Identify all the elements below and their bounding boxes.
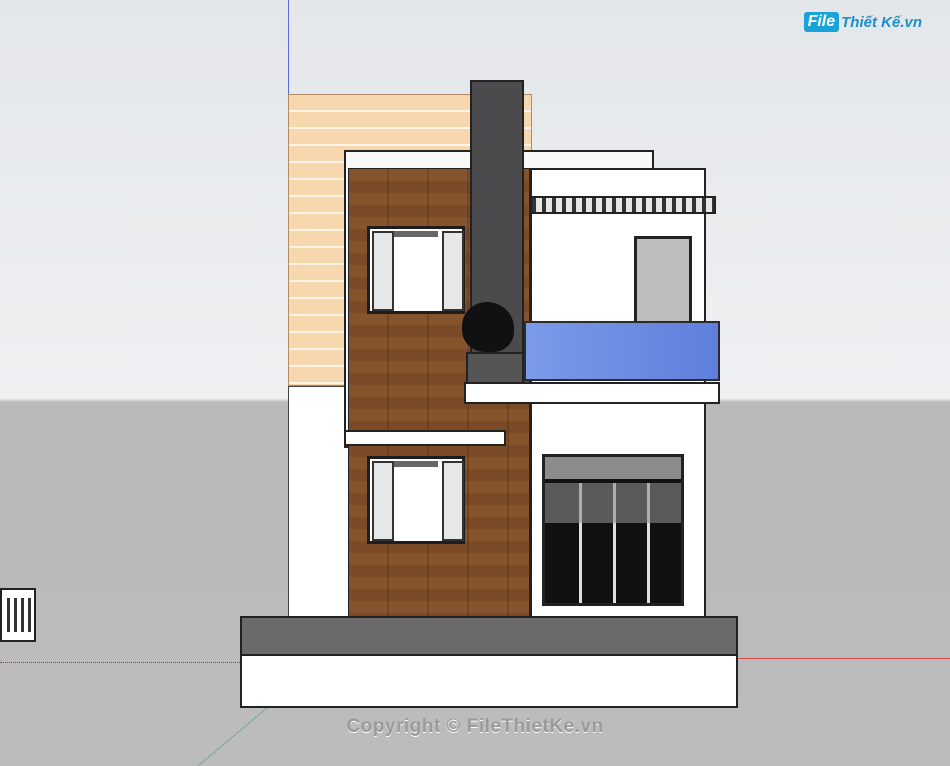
pergola-louvers [530,196,716,214]
site-logo: File Thiết Kế.vn [803,12,922,32]
glass-railing [524,321,720,381]
planter-box [466,352,524,384]
logo-file-badge: File [803,12,840,32]
fence-model [0,588,36,642]
canopy-ledge [344,430,506,446]
upper-window [367,226,465,314]
roof-parapet [530,168,706,196]
floor-slab [240,616,738,656]
copyright-watermark: Copyright © FileThietKe.vn [346,716,604,737]
balcony-slab [464,382,720,404]
plant [462,302,514,352]
logo-text: Thiết Kế.vn [841,13,922,31]
entrance-doors [542,454,684,606]
red-dotted-axis [0,662,240,663]
red-axis-line [736,658,950,659]
balcony-door [634,236,692,324]
lower-window [367,456,465,544]
left-side-wall [288,386,350,620]
3d-viewport[interactable]: File Thiết Kế.vn Copyright © FileThietKe… [0,0,950,766]
